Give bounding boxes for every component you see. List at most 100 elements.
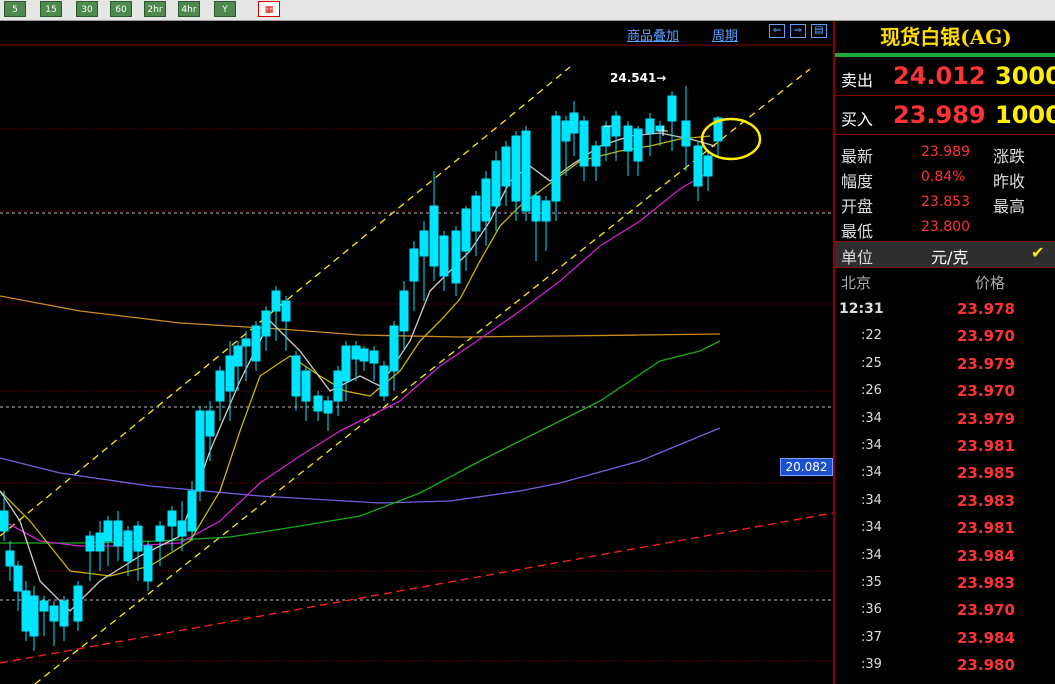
tick-row: :34 23.983 <box>835 488 1055 515</box>
stat-label: 涨跌 <box>993 147 1026 166</box>
candle-body <box>471 195 481 232</box>
tick-time: 12:31 <box>839 301 884 317</box>
candle-body <box>481 178 491 222</box>
candle-body <box>59 600 69 627</box>
tick-time: :26 <box>861 383 882 399</box>
candle-body <box>569 112 579 134</box>
tick-price: 23.984 <box>957 628 1015 647</box>
candle-body <box>561 120 571 142</box>
candle-body <box>333 370 343 402</box>
candle-body <box>95 532 105 552</box>
tick-time: :34 <box>861 437 882 453</box>
stat-label: 最高 <box>993 197 1026 216</box>
tick-time: :34 <box>861 410 882 426</box>
peak-price-label: 24.541→ <box>610 71 667 85</box>
period-toolbar: 5 15 30 60 2hr 4hr Y ▦ <box>0 0 1055 21</box>
tick-list[interactable]: 12:31 23.978:22 23.970:25 23.979:26 23.970:3… <box>835 296 1055 679</box>
buy-volume: 10000 <box>995 101 1055 129</box>
layout-toggle-icon[interactable]: ▤ <box>811 24 827 38</box>
buy-quote-row: 买入 23.989 10000 <box>835 96 1055 135</box>
tick-row: 12:31 23.978 <box>835 296 1055 323</box>
sell-quote-row: 卖出 24.012 30000 <box>835 57 1055 96</box>
candle-body <box>241 338 251 347</box>
candle-body <box>429 205 439 267</box>
tick-price: 23.983 <box>957 491 1015 510</box>
candle-body <box>261 310 271 337</box>
tick-price: 23.979 <box>957 354 1015 373</box>
checkmark-icon[interactable]: ✔ <box>1031 243 1044 262</box>
candle-body <box>103 520 113 542</box>
period-60min-button[interactable]: 60 <box>110 1 132 17</box>
candle-body <box>133 525 143 552</box>
tick-list-header: 北京 价格 <box>835 268 1055 296</box>
ma-purple-line <box>0 427 721 504</box>
candle-body <box>167 510 177 527</box>
candle-body <box>271 290 281 312</box>
tick-row: :36 23.970 <box>835 597 1055 624</box>
candle-body <box>113 520 123 547</box>
candle-body <box>389 325 399 372</box>
period-y-button[interactable]: Y <box>214 1 236 17</box>
candle-body <box>591 145 601 167</box>
candle-body <box>667 95 677 122</box>
tick-price: 23.984 <box>957 546 1015 565</box>
tick-price: 23.981 <box>957 436 1015 455</box>
tick-price: 23.970 <box>957 327 1015 346</box>
candle-body <box>693 145 703 187</box>
candle-body <box>251 325 261 362</box>
candle-body <box>301 370 311 402</box>
tick-row: :39 23.980 <box>835 652 1055 679</box>
sell-label: 卖出 <box>841 71 874 90</box>
candle-body <box>143 545 153 582</box>
stat-row-change-pct: 幅度 0.84% 昨收 <box>835 166 1055 191</box>
period-30min-button[interactable]: 30 <box>76 1 98 17</box>
candle-body <box>399 290 409 332</box>
unit-label: 单位 <box>841 248 874 267</box>
tick-row: :35 23.983 <box>835 570 1055 597</box>
candlestick-chart[interactable]: 商品叠加 周期 ⇐ ⇒ ▤ 24.541→ 20.082 <box>0 21 833 684</box>
tick-price-header: 价格 <box>975 274 1006 292</box>
candle-body <box>511 135 521 202</box>
period-link[interactable]: 周期 <box>712 25 738 44</box>
tick-time: :36 <box>861 602 882 618</box>
tick-row: :37 23.984 <box>835 625 1055 652</box>
tick-price: 23.980 <box>957 656 1015 675</box>
stat-label: 昨收 <box>993 172 1026 191</box>
candle-body <box>281 300 291 322</box>
candle-body <box>155 525 165 542</box>
tick-time: :34 <box>861 465 882 481</box>
candle-body <box>681 120 691 147</box>
stat-row-low: 最低 23.800 <box>835 216 1055 241</box>
candle-body <box>13 565 23 592</box>
candle-body <box>177 520 187 537</box>
candle-body <box>49 605 59 622</box>
candle-body <box>73 585 83 622</box>
period-2hr-button[interactable]: 2hr <box>144 1 166 17</box>
period-4hr-button[interactable]: 4hr <box>178 1 200 17</box>
stat-value: 0.84% <box>921 169 966 185</box>
unit-value: 元/克 <box>931 248 969 267</box>
candle-body <box>313 395 323 412</box>
draw-tool-icon[interactable]: ▦ <box>258 1 280 17</box>
tick-price: 23.981 <box>957 519 1015 538</box>
scroll-left-icon[interactable]: ⇐ <box>769 24 785 38</box>
period-15min-button[interactable]: 15 <box>40 1 62 17</box>
candle-body <box>611 115 621 137</box>
buy-price: 23.989 <box>893 101 986 129</box>
candle-body <box>541 200 551 222</box>
tick-price: 23.970 <box>957 382 1015 401</box>
period-5min-button[interactable]: 5 <box>4 1 26 17</box>
candle-body <box>551 115 561 202</box>
instrument-title: 现货白银(AG) <box>835 21 1055 57</box>
candle-body <box>351 345 361 360</box>
tick-row: :25 23.979 <box>835 351 1055 378</box>
overlay-commodity-link[interactable]: 商品叠加 <box>627 25 679 44</box>
candle-body <box>0 510 9 532</box>
stat-row-open: 开盘 23.853 最高 <box>835 191 1055 216</box>
highlight-ellipse <box>700 117 762 161</box>
tick-price: 23.978 <box>957 300 1015 318</box>
tick-time: :34 <box>861 547 882 563</box>
candle-body <box>225 355 235 392</box>
candle-body <box>419 230 429 257</box>
scroll-right-icon[interactable]: ⇒ <box>790 24 806 38</box>
